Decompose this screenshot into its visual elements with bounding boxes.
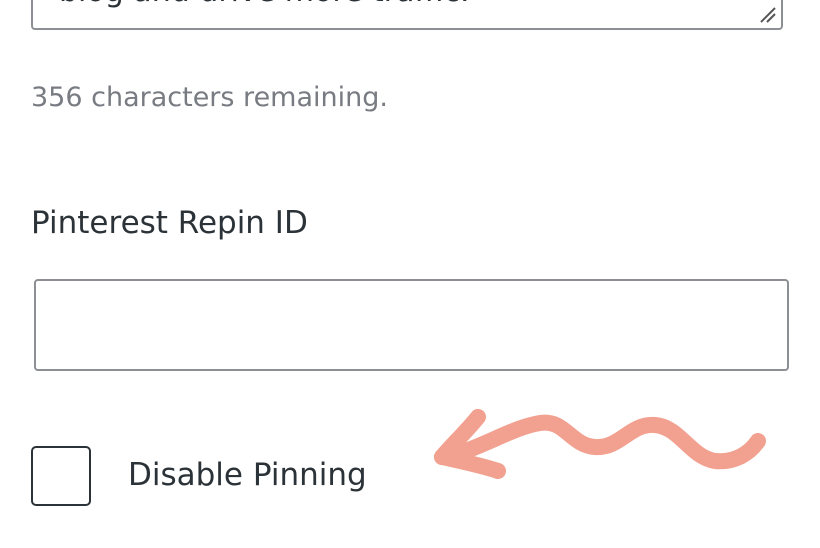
disable-pinning-label[interactable]: Disable Pinning [128, 457, 367, 493]
repin-id-label: Pinterest Repin ID [31, 205, 308, 241]
characters-remaining-text: 356 characters remaining. [31, 82, 388, 113]
hand-drawn-arrow-icon [434, 409, 766, 479]
disable-pinning-checkbox[interactable] [31, 446, 91, 506]
excerpt-textarea-value: blog and drive more traffic. [59, 0, 470, 9]
excerpt-textarea[interactable]: blog and drive more traffic. [31, 0, 783, 30]
pin-settings-panel: blog and drive more traffic. 356 charact… [0, 0, 820, 548]
resize-grip-icon[interactable] [755, 2, 777, 24]
repin-id-input[interactable] [34, 279, 789, 371]
